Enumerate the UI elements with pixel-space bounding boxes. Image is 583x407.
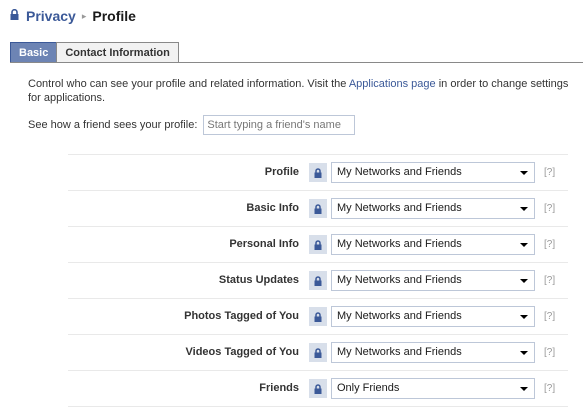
breadcrumb-separator-icon: ▸ (81, 10, 87, 21)
setting-row-personal-info: Personal Info My Networks and Friends [?… (68, 227, 568, 263)
lock-icon (309, 271, 327, 290)
help-link[interactable]: [?] (544, 371, 555, 406)
setting-row-photos-tagged: Photos Tagged of You My Networks and Fri… (68, 299, 568, 335)
privacy-dropdown[interactable]: Only Friends (331, 378, 535, 399)
lock-icon (309, 199, 327, 218)
privacy-dropdown-value: My Networks and Friends (337, 346, 462, 358)
setting-label: Basic Info (246, 202, 299, 214)
page-title: Profile (92, 8, 136, 24)
dropdown-arrow-icon (520, 351, 528, 355)
privacy-dropdown-value: My Networks and Friends (337, 166, 462, 178)
tab-contact-information[interactable]: Contact Information (56, 42, 179, 62)
setting-label: Status Updates (218, 274, 299, 286)
dropdown-arrow-icon (520, 279, 528, 283)
privacy-dropdown-value: Only Friends (337, 382, 400, 394)
lock-icon (309, 235, 327, 254)
dropdown-arrow-icon (520, 207, 528, 211)
help-link[interactable]: [?] (544, 191, 555, 226)
applications-page-link[interactable]: Applications page (349, 78, 436, 90)
friend-name-input[interactable] (203, 115, 356, 135)
dropdown-arrow-icon (520, 171, 528, 175)
setting-row-profile: Profile My Networks and Friends [?] (68, 155, 568, 191)
lock-icon (309, 163, 327, 182)
intro-text: Control who can see your profile and rel… (28, 77, 580, 105)
lock-icon (309, 379, 327, 398)
privacy-dropdown-value: My Networks and Friends (337, 274, 462, 286)
intro-text-start: Control who can see your profile and rel… (28, 78, 349, 90)
privacy-dropdown[interactable]: My Networks and Friends (331, 270, 535, 291)
profile-preview: See how a friend sees your profile: (28, 115, 356, 135)
preview-label: See how a friend sees your profile: (28, 119, 198, 131)
privacy-dropdown[interactable]: My Networks and Friends (331, 162, 535, 183)
setting-label: Videos Tagged of You (185, 346, 299, 358)
lock-icon (309, 307, 327, 326)
privacy-dropdown[interactable]: My Networks and Friends (331, 198, 535, 219)
setting-label: Profile (264, 166, 299, 178)
privacy-dropdown[interactable]: My Networks and Friends (331, 342, 535, 363)
setting-row-basic-info: Basic Info My Networks and Friends [?] (68, 191, 568, 227)
privacy-dropdown[interactable]: My Networks and Friends (331, 306, 535, 327)
dropdown-arrow-icon (520, 243, 528, 247)
help-link[interactable]: [?] (544, 335, 555, 370)
setting-row-friends: Friends Only Friends [?] (68, 371, 568, 407)
help-link[interactable]: [?] (544, 263, 555, 298)
setting-label: Photos Tagged of You (184, 310, 299, 322)
privacy-dropdown-value: My Networks and Friends (337, 238, 462, 250)
breadcrumb-privacy-link[interactable]: Privacy (26, 8, 76, 24)
dropdown-arrow-icon (520, 315, 528, 319)
tab-bar: Basic Contact Information (10, 42, 179, 63)
dropdown-arrow-icon (520, 387, 528, 391)
privacy-settings-list: Profile My Networks and Friends [?] Basi… (68, 154, 568, 407)
privacy-dropdown[interactable]: My Networks and Friends (331, 234, 535, 255)
lock-icon (309, 343, 327, 362)
setting-label: Personal Info (229, 238, 299, 250)
setting-row-videos-tagged: Videos Tagged of You My Networks and Fri… (68, 335, 568, 371)
help-link[interactable]: [?] (544, 227, 555, 262)
tab-divider (10, 62, 583, 63)
help-link[interactable]: [?] (544, 155, 555, 190)
setting-row-status-updates: Status Updates My Networks and Friends [… (68, 263, 568, 299)
help-link[interactable]: [?] (544, 299, 555, 334)
privacy-dropdown-value: My Networks and Friends (337, 202, 462, 214)
lock-icon (10, 8, 19, 23)
privacy-dropdown-value: My Networks and Friends (337, 310, 462, 322)
setting-label: Friends (259, 382, 299, 394)
breadcrumb: Privacy ▸ Profile (10, 6, 136, 26)
tab-basic[interactable]: Basic (10, 42, 58, 62)
